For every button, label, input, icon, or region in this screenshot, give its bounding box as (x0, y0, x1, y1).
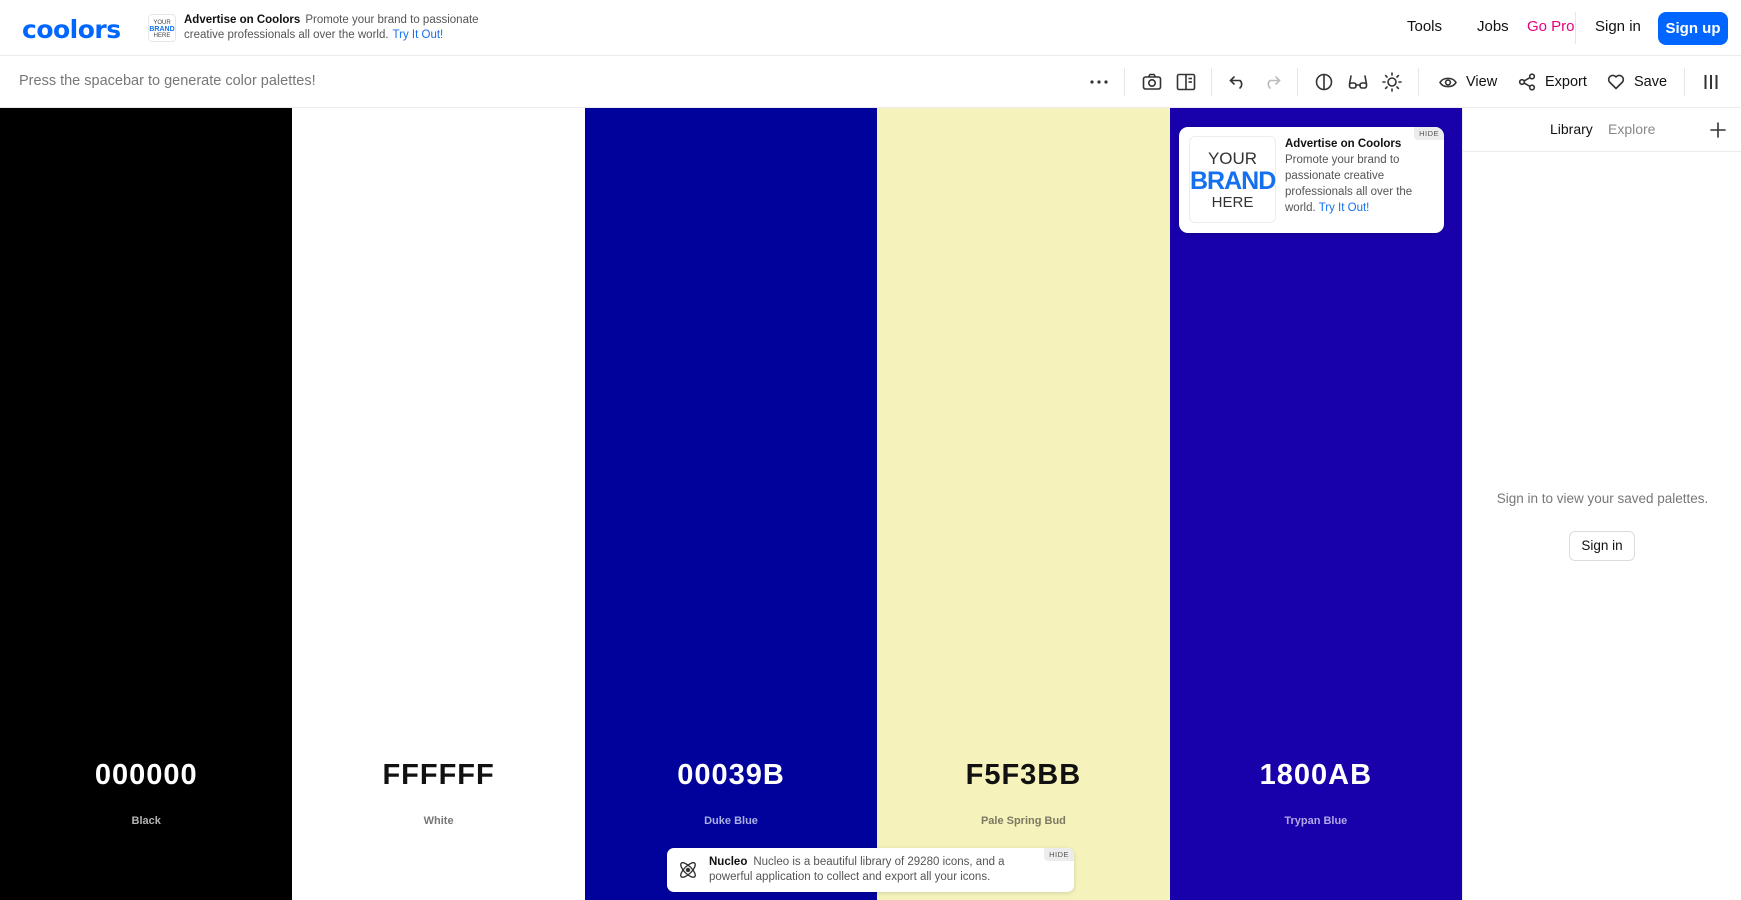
ad-brand-thumbnail: YOUR BRAND HERE (1189, 136, 1276, 223)
toolbar-separator (1418, 68, 1419, 96)
eye-icon (1439, 77, 1457, 87)
save-button[interactable]: Save (1607, 70, 1667, 94)
nucleo-ad[interactable]: Nucleo Nucleo is a beautiful library of 2… (667, 848, 1074, 892)
camera-icon[interactable] (1140, 70, 1164, 94)
swatch-hex[interactable]: FFFFFF (292, 759, 584, 792)
header-ad[interactable]: YOUR BRAND HERE Advertise on Coolors Prom… (148, 13, 488, 43)
columns-menu-icon[interactable] (1699, 70, 1723, 94)
ad-thumb-line3: HERE (1211, 194, 1254, 211)
ad-text-block: Advertise on Coolors Promote your brand t… (184, 13, 504, 43)
save-label: Save (1634, 74, 1668, 90)
swatch-color-name: White (423, 815, 454, 827)
toolbar-separator (1684, 68, 1685, 96)
ad-link[interactable]: Try It Out! (393, 29, 444, 41)
plus-icon[interactable] (1708, 120, 1728, 140)
sign-up-button[interactable]: Sign up (1658, 12, 1728, 45)
coolors-logo[interactable]: coolors (22, 15, 121, 44)
contrast-icon[interactable] (1312, 70, 1336, 94)
swatch-color-name: Trypan Blue (1284, 815, 1348, 827)
ad-thumb-line3: HERE (153, 33, 171, 39)
nav-go-pro[interactable]: Go Pro (1527, 18, 1575, 35)
sponsored-ad-card[interactable]: YOUR BRAND HERE Advertise on Coolors Pro… (1179, 127, 1444, 233)
nav-sign-in[interactable]: Sign in (1595, 18, 1641, 35)
atom-icon (677, 859, 699, 881)
color-swatch[interactable]: 000000 Black (0, 108, 293, 900)
ad-card-link[interactable]: Try It Out! (1319, 202, 1370, 214)
nucleo-ad-title: Nucleo (709, 856, 748, 868)
view-label: View (1466, 74, 1498, 90)
swatch-color-name: Black (131, 815, 161, 827)
nav-divider (1575, 12, 1576, 44)
toolbar: Press the spacebar to generate color pal… (0, 56, 1741, 108)
toolbar-separator (1297, 68, 1298, 96)
swatch-hex[interactable]: 00039B (585, 759, 877, 792)
hide-ad-button[interactable]: HIDE (1044, 848, 1074, 861)
heart-icon (1607, 74, 1625, 90)
color-swatch[interactable]: F5F3BB Pale Spring Bud (877, 108, 1170, 900)
top-nav: coolors YOUR BRAND HERE Advertise on Coo… (0, 0, 1741, 56)
ad-card-body: Advertise on Coolors Promote your brand … (1285, 136, 1435, 216)
redo-icon[interactable] (1260, 70, 1284, 94)
swatch-hex[interactable]: F5F3BB (877, 759, 1169, 792)
sidebar-layout-icon[interactable] (1174, 70, 1198, 94)
nav-jobs[interactable]: Jobs (1477, 18, 1509, 35)
panel-sign-in-button[interactable]: Sign in (1569, 531, 1635, 561)
color-swatch[interactable]: 00039B Duke Blue (584, 108, 878, 900)
nav-tools[interactable]: Tools (1407, 18, 1442, 35)
export-button[interactable]: Export (1518, 70, 1587, 94)
swatch-color-name: Duke Blue (704, 815, 758, 827)
swatch-color-name: Pale Spring Bud (980, 815, 1066, 827)
glasses-icon[interactable] (1346, 70, 1370, 94)
ad-thumb-line2: BRAND (149, 25, 175, 33)
ad-title: Advertise on Coolors (184, 14, 301, 26)
color-swatch[interactable]: FFFFFF White (292, 108, 585, 900)
spacebar-hint: Press the spacebar to generate color pal… (19, 73, 316, 89)
panel-header: Library Explore (1463, 108, 1741, 152)
sign-in-message: Sign in to view your saved palettes. (1496, 491, 1709, 506)
share-icon (1518, 73, 1536, 91)
undo-icon[interactable] (1226, 70, 1250, 94)
brightness-icon[interactable] (1380, 70, 1404, 94)
ad-thumb-line1: YOUR (1207, 149, 1258, 168)
view-button[interactable]: View (1439, 70, 1497, 94)
export-label: Export (1545, 74, 1587, 90)
library-panel: Library Explore Sign in to view your sav… (1462, 108, 1741, 900)
tab-library[interactable]: Library (1550, 121, 1593, 137)
ad-card-title: Advertise on Coolors (1285, 138, 1402, 150)
more-icon[interactable] (1087, 70, 1111, 94)
hide-ad-button[interactable]: HIDE (1414, 127, 1444, 140)
nucleo-ad-body: Nucleo Nucleo is a beautiful library of 2… (709, 855, 1029, 885)
toolbar-separator (1211, 68, 1212, 96)
swatch-hex[interactable]: 000000 (0, 759, 292, 792)
tab-explore[interactable]: Explore (1608, 121, 1655, 137)
ad-thumb-line2: BRAND (1190, 167, 1276, 195)
swatch-hex[interactable]: 1800AB (1170, 759, 1462, 792)
toolbar-separator (1124, 68, 1125, 96)
ad-thumbnail: YOUR BRAND HERE (148, 14, 176, 42)
nucleo-ad-text: Nucleo is a beautiful library of 29280 i… (709, 856, 1005, 883)
